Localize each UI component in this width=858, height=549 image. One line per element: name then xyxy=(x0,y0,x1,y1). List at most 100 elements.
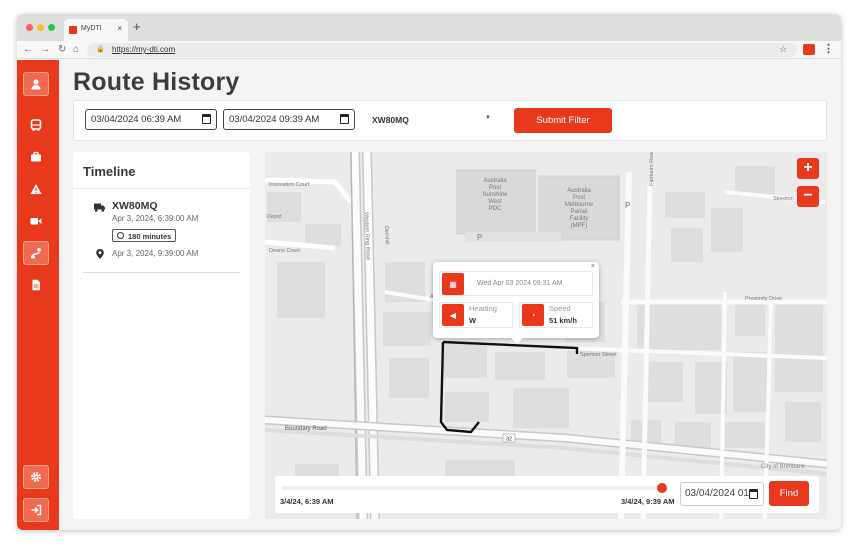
find-button[interactable]: Find xyxy=(769,481,809,506)
playback-bar: 3/4/24, 6:39 AM 3/4/24, 9:39 AM 03/04/20… xyxy=(275,476,819,513)
heading-arrow-icon: ◀ xyxy=(442,304,464,326)
sidebar-item-route-history[interactable] xyxy=(23,241,49,265)
playback-slider[interactable] xyxy=(282,486,667,490)
heading-label: Heading xyxy=(469,304,497,313)
route-shield: 32 xyxy=(506,437,512,443)
warning-icon xyxy=(30,184,42,194)
map-label-innovation-court: Innovation Court xyxy=(269,182,310,188)
zoom-in-button[interactable]: + xyxy=(797,158,819,179)
location-pin-icon xyxy=(96,249,104,259)
map-label-depot: Depot xyxy=(267,214,282,220)
page-title: Route History xyxy=(73,68,240,96)
playback-end-label: 3/4/24, 9:39 AM xyxy=(621,497,675,506)
submit-filter-button[interactable]: Submit Filter xyxy=(514,108,612,133)
map-label-spencer-street: Spencer Street xyxy=(580,352,617,358)
vehicle-info-popup: × ▦ Wed Apr 03 2024 09:31 AM ◀ Heading W… xyxy=(433,262,599,344)
speedometer-icon: ◔ xyxy=(522,304,544,326)
browser-tab[interactable]: MyDTI × xyxy=(64,19,128,41)
popup-datetime-row: ▦ Wed Apr 03 2024 09:31 AM xyxy=(439,271,593,296)
end-datetime-input[interactable]: 03/04/2024 09:39 AM xyxy=(223,109,355,130)
map-label-dernhill: Dernhill xyxy=(383,226,390,245)
popup-datetime: Wed Apr 03 2024 09:31 AM xyxy=(477,280,563,287)
parking-icon: P xyxy=(477,233,483,242)
playback-date-value: 03/04/2024 01 xyxy=(685,488,749,499)
map-label-deans-court: Deans Court xyxy=(269,248,300,254)
new-tab-button[interactable]: + xyxy=(133,19,141,34)
browser-menu-icon[interactable]: ⋮ xyxy=(823,42,834,55)
calendar-icon[interactable] xyxy=(340,114,349,124)
sidebar-item-jobs[interactable] xyxy=(23,145,49,169)
forward-icon[interactable]: → xyxy=(40,44,50,55)
calendar-icon[interactable] xyxy=(202,114,211,124)
playback-slider-thumb[interactable] xyxy=(657,483,667,493)
timeline-start-time: Apr 3, 2024, 6:39:00 AM xyxy=(112,214,199,223)
home-icon[interactable]: ⌂ xyxy=(73,44,79,55)
sidebar xyxy=(17,60,59,530)
video-camera-icon xyxy=(30,218,42,225)
close-window-dot[interactable] xyxy=(26,24,33,31)
sidebar-item-profile[interactable] xyxy=(23,72,49,96)
user-icon xyxy=(31,79,41,90)
heading-value: W xyxy=(469,316,477,325)
playback-date-input[interactable]: 03/04/2024 01 xyxy=(680,482,764,506)
calendar-icon[interactable] xyxy=(749,489,758,499)
address-toolbar: ← → ↻ ⌂ 🔒 https://my-dti.com ☆ ⋮ xyxy=(17,41,841,59)
map-label-streeton: Streeton xyxy=(773,196,794,202)
vehicle-select[interactable]: XW80MQ ▼ xyxy=(364,108,499,132)
settings-icon xyxy=(31,472,41,482)
maximize-window-dot[interactable] xyxy=(48,24,55,31)
map-label-fairbairn-road: Fairbairn Road xyxy=(649,152,655,186)
logout-icon xyxy=(31,504,42,516)
route-map[interactable]: Australia Post Sunshine West PDC Australia Po… xyxy=(265,152,827,519)
sidebar-item-logout[interactable] xyxy=(23,498,49,522)
bookmark-star-icon[interactable]: ☆ xyxy=(779,44,787,55)
minimize-window-dot[interactable] xyxy=(37,24,44,31)
sidebar-item-settings[interactable] xyxy=(23,465,49,489)
address-bar[interactable]: 🔒 https://my-dti.com xyxy=(87,43,797,57)
popup-speed-box: ◔ Speed 51 km/h xyxy=(519,302,593,328)
end-datetime-value: 03/04/2024 09:39 AM xyxy=(229,114,320,125)
map-label-boundary-road: Boundary Road xyxy=(285,426,327,432)
map-label-city-of-brimbank: City of Brimbank xyxy=(761,464,806,470)
url-text[interactable]: https://my-dti.com xyxy=(112,45,175,54)
chevron-down-icon: ▼ xyxy=(485,115,491,121)
speed-value: 51 km/h xyxy=(549,316,577,325)
timeline-title: Timeline xyxy=(83,164,136,179)
reload-icon[interactable]: ↻ xyxy=(58,44,66,55)
parking-icon: P xyxy=(625,201,631,210)
browser-tab-strip: MyDTI × + xyxy=(17,14,841,41)
back-icon[interactable]: ← xyxy=(23,44,33,55)
calendar-icon: ▦ xyxy=(442,273,464,295)
timeline-vehicle-name[interactable]: XW80MQ xyxy=(112,200,158,212)
browser-window: MyDTI × + ← → ↻ ⌂ 🔒 https://my-dti.com ☆… xyxy=(17,14,841,530)
sidebar-item-video[interactable] xyxy=(23,209,49,233)
favicon-icon xyxy=(69,26,77,34)
speed-label: Speed xyxy=(549,304,571,313)
map-label-proximity-drive: Proximity Drive xyxy=(745,296,782,302)
popup-heading-box: ◀ Heading W xyxy=(439,302,513,328)
filter-bar: 03/04/2024 06:39 AM 03/04/2024 09:39 AM … xyxy=(73,100,827,141)
start-datetime-input[interactable]: 03/04/2024 06:39 AM xyxy=(85,109,217,130)
zoom-out-button[interactable]: − xyxy=(797,186,819,207)
playback-start-label: 3/4/24, 6:39 AM xyxy=(280,497,334,506)
sidebar-item-reports[interactable] xyxy=(23,273,49,297)
duration-badge: 180 minutes xyxy=(112,229,177,242)
main-content: Route History 03/04/2024 06:39 AM 03/04/… xyxy=(59,60,841,530)
popup-close-icon[interactable]: × xyxy=(591,263,595,270)
sidebar-item-alerts[interactable] xyxy=(23,177,49,201)
route-icon xyxy=(31,248,41,259)
bus-icon xyxy=(30,119,42,131)
timeline-end-time: Apr 3, 2024, 9:39:00 AM xyxy=(112,249,199,258)
timeline-panel: Timeline XW80MQ Apr 3, 2024, 6:39:00 AM … xyxy=(73,152,250,519)
lock-icon: 🔒 xyxy=(96,46,105,53)
timeline-divider xyxy=(73,188,250,189)
clock-icon xyxy=(117,232,124,239)
extension-icon[interactable] xyxy=(803,44,815,55)
sidebar-item-vehicles[interactable] xyxy=(23,113,49,137)
document-icon xyxy=(32,279,40,291)
briefcase-icon xyxy=(31,151,41,162)
timeline-divider xyxy=(83,272,240,273)
tab-close-icon[interactable]: × xyxy=(117,24,122,33)
vehicle-select-value: XW80MQ xyxy=(372,115,409,125)
duration-text: 180 minutes xyxy=(128,231,172,241)
